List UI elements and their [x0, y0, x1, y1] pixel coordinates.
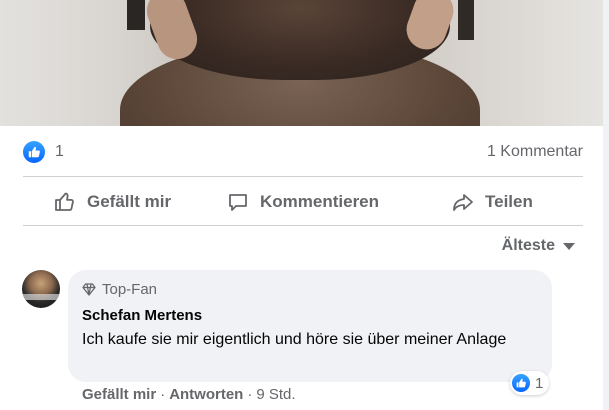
comment-text: Ich kaufe sie mir eigentlich und höre si… — [82, 331, 507, 348]
reaction-count[interactable]: 1 — [55, 143, 64, 161]
reaction-summary: 1 1 Kommentar — [23, 140, 583, 164]
comment-button-label: Kommentieren — [260, 192, 380, 211]
like-reaction-icon — [512, 374, 530, 392]
comment-sort-dropdown[interactable]: Älteste — [502, 237, 575, 255]
comment-author[interactable]: Schefan Mertens — [82, 307, 202, 324]
separator: · — [160, 386, 166, 403]
comment-reaction-number: 1 — [535, 374, 544, 392]
separator: · — [247, 386, 253, 403]
like-reaction-icon[interactable] — [23, 141, 45, 163]
caret-down-icon — [563, 242, 575, 250]
comment-button[interactable]: Kommentieren — [226, 180, 379, 224]
avatar[interactable] — [22, 270, 60, 308]
like-button-label: Gefällt mir — [87, 192, 172, 211]
like-button[interactable]: Gefällt mir — [53, 180, 171, 224]
comment-like-link[interactable]: Gefällt mir — [82, 386, 156, 403]
post-image[interactable] — [0, 0, 603, 126]
post-actions: Gefällt mir Kommentieren Teilen — [23, 180, 583, 224]
diamond-icon — [82, 283, 96, 296]
share-button[interactable]: Teilen — [451, 180, 533, 224]
comment-reply-link[interactable]: Antworten — [169, 386, 243, 403]
avatar-detail — [22, 294, 60, 300]
post-card: 1 1 Kommentar Gefällt mir Kommentieren T… — [0, 0, 603, 410]
sort-label: Älteste — [501, 237, 555, 254]
comment-actions: Gefällt mir · Antworten · 9 Std. — [82, 386, 296, 403]
thumbs-up-icon — [55, 192, 74, 211]
comment-count[interactable]: 1 Kommentar — [487, 143, 583, 161]
comment-bubble: Top-Fan Schefan Mertens Ich kaufe sie mi… — [68, 270, 552, 382]
divider — [23, 176, 583, 177]
page-background — [603, 0, 609, 410]
comment-icon — [229, 194, 247, 211]
share-button-label: Teilen — [485, 192, 533, 211]
divider — [23, 225, 583, 226]
share-icon — [453, 194, 473, 211]
top-fan-label: Top-Fan — [102, 281, 158, 298]
image-detail — [127, 0, 145, 30]
comment-timestamp[interactable]: 9 Std. — [256, 386, 295, 403]
top-fan-badge: Top-Fan — [82, 281, 157, 298]
image-detail — [458, 0, 474, 40]
comment-reaction-count[interactable]: 1 — [510, 371, 550, 395]
